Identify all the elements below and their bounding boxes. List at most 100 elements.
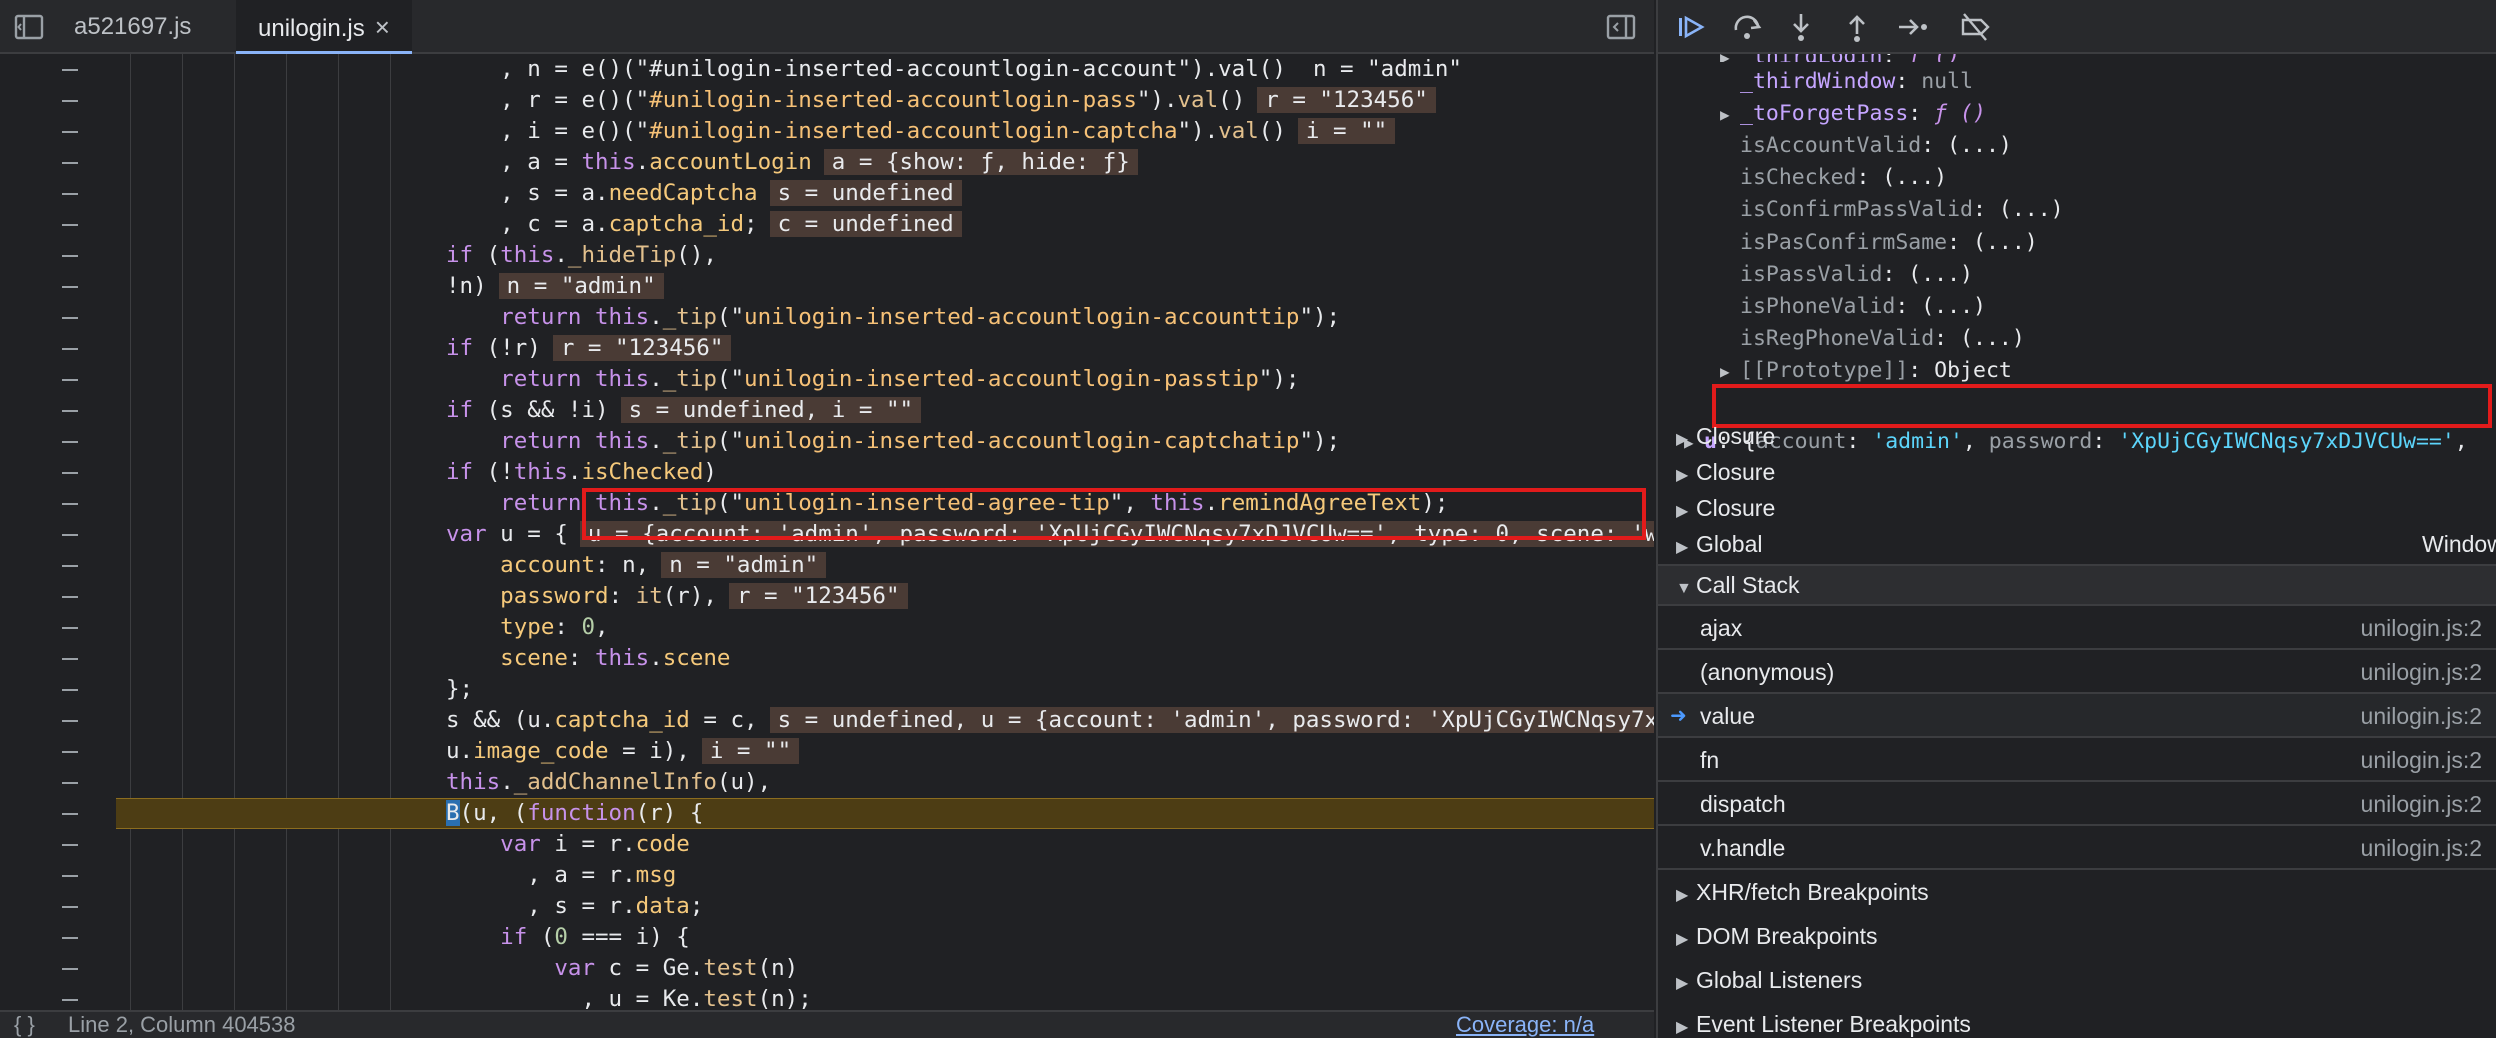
code-token: = i),: [608, 738, 690, 764]
scope-property[interactable]: isPassValid: (...): [1658, 259, 2496, 291]
frame-location-link[interactable]: unilogin.js:2: [2361, 606, 2482, 650]
expand-triangle-icon[interactable]: ▶: [1720, 99, 1740, 131]
call-stack-header[interactable]: ▼ Call Stack: [1658, 564, 2496, 606]
close-tab-icon[interactable]: ×: [375, 0, 390, 54]
code-line[interactable]: scene: this.scene: [0, 643, 1654, 674]
code-line[interactable]: return this._tip("unilogin-inserted-acco…: [0, 364, 1654, 395]
frame-location-link[interactable]: unilogin.js:2: [2361, 826, 2482, 870]
code-token: ,: [595, 614, 609, 640]
call-frame[interactable]: v.handle unilogin.js:2: [1658, 826, 2496, 870]
coverage-link[interactable]: Coverage: n/a: [1456, 1012, 1594, 1038]
scope-property[interactable]: ▶_thirdLogin: ƒ (): [1658, 54, 2496, 62]
scope-property[interactable]: isConfirmPassValid: (...): [1658, 194, 2496, 226]
code-token: ;: [689, 893, 704, 919]
step-out-icon[interactable]: [1840, 10, 1874, 44]
code-text: , n = e()("#unilogin-inserted-accountlog…: [446, 54, 1462, 85]
code-line[interactable]: u.image_code = i), i = "": [0, 736, 1654, 767]
breakpoint-section[interactable]: ▶ XHR/fetch Breakpoints: [1658, 870, 2496, 914]
code-line[interactable]: s && (u.captcha_id = c, s = undefined, u …: [0, 705, 1654, 736]
resume-icon[interactable]: [1674, 10, 1708, 44]
code-token: if: [446, 242, 474, 268]
tab-unilogin-js[interactable]: unilogin.js ×: [236, 0, 412, 54]
frame-location-link[interactable]: unilogin.js:2: [2361, 694, 2482, 738]
code-line[interactable]: , r = e()("#unilogin-inserted-accountlog…: [0, 85, 1654, 116]
code-line[interactable]: , n = e()("#unilogin-inserted-accountlog…: [0, 54, 1654, 85]
code-line[interactable]: var c = Ge.test(n): [0, 953, 1654, 984]
code-line[interactable]: !n) n = "admin": [0, 271, 1654, 302]
scope-property[interactable]: ▶ _toForgetPass: ƒ (): [1658, 98, 2496, 130]
step-over-icon[interactable]: [1730, 10, 1764, 44]
breakpoint-section[interactable]: ▶ DOM Breakpoints: [1658, 914, 2496, 958]
debugger-toolbar: [1658, 0, 2496, 54]
call-frame[interactable]: dispatch unilogin.js:2: [1658, 782, 2496, 826]
code-text: , s = a.needCaptcha s = undefined: [446, 178, 962, 209]
scope-property[interactable]: isPhoneValid: (...): [1658, 291, 2496, 323]
code-line[interactable]: this._addChannelInfo(u),: [0, 767, 1654, 798]
code-token: , u = Ke.: [446, 986, 704, 1010]
expand-triangle-icon[interactable]: ▶: [1720, 54, 1740, 62]
breakpoint-section[interactable]: ▶ Global Listeners: [1658, 958, 2496, 1002]
code-view[interactable]: , n = e()("#unilogin-inserted-accountlog…: [0, 54, 1654, 1010]
code-line[interactable]: return this._tip("unilogin-inserted-acco…: [0, 302, 1654, 333]
frame-location-link[interactable]: unilogin.js:2: [2361, 782, 2482, 826]
code-line[interactable]: , a = r.msg: [0, 860, 1654, 891]
toggle-navigator-icon[interactable]: [12, 10, 46, 44]
deactivate-breakpoints-icon[interactable]: [1958, 10, 1992, 44]
code-token: (": [716, 366, 745, 392]
closure-section[interactable]: ▶ Closure: [1658, 454, 2496, 490]
paused-execution-line[interactable]: B(u, (function(r) {: [0, 798, 1654, 829]
step-icon[interactable]: [1896, 10, 1930, 44]
code-line[interactable]: password: it(r), r = "123456": [0, 581, 1654, 612]
code-text: , r = e()("#unilogin-inserted-accountlog…: [446, 85, 1436, 116]
code-line[interactable]: };: [0, 674, 1654, 705]
closure-section[interactable]: ▶ Closure: [1658, 490, 2496, 526]
code-token: accountLogin: [649, 149, 812, 175]
code-line[interactable]: if (0 === i) {: [0, 922, 1654, 953]
call-frame[interactable]: fn unilogin.js:2: [1658, 738, 2496, 782]
code-line[interactable]: , a = this.accountLogin a = {show: ƒ, hid…: [0, 147, 1654, 178]
scope-property[interactable]: isAccountValid: (...): [1658, 130, 2496, 162]
code-line[interactable]: , i = e()("#unilogin-inserted-accountlog…: [0, 116, 1654, 147]
code-token: unilogin-inserted-accountlogin-passtip: [744, 366, 1259, 392]
code-token: ").: [1136, 87, 1178, 113]
scope-property[interactable]: isRegPhoneValid: (...): [1658, 323, 2496, 355]
breakpoint-section[interactable]: ▶ Event Listener Breakpoints: [1658, 1002, 2496, 1038]
code-line[interactable]: , c = a.captcha_id; c = undefined: [0, 209, 1654, 240]
code-line[interactable]: , u = Ke.test(n);: [0, 984, 1654, 1010]
scope-property[interactable]: isChecked: (...): [1658, 162, 2496, 194]
code-line[interactable]: if (this._hideTip(),: [0, 240, 1654, 271]
code-line[interactable]: if (!this.isChecked): [0, 457, 1654, 488]
code-token: test: [703, 955, 758, 981]
call-frame[interactable]: ajax unilogin.js:2: [1658, 606, 2496, 650]
code-line[interactable]: if (s && !i) s = undefined, i = "": [0, 395, 1654, 426]
code-line[interactable]: var i = r.code: [0, 829, 1654, 860]
code-token: (: [473, 242, 501, 268]
section-label: DOM Breakpoints: [1696, 923, 1878, 949]
step-into-icon[interactable]: [1784, 10, 1818, 44]
code-text: password: it(r), r = "123456": [446, 581, 908, 612]
code-line[interactable]: type: 0,: [0, 612, 1654, 643]
pretty-print-icon[interactable]: { }: [14, 1012, 35, 1038]
expand-triangle-icon: ▶: [1676, 931, 1689, 948]
code-line[interactable]: account: n, n = "admin": [0, 550, 1654, 581]
code-token: ");: [1299, 428, 1341, 454]
call-frame-current[interactable]: ➜ value unilogin.js:2: [1658, 694, 2496, 738]
frame-name: v.handle: [1700, 835, 1786, 861]
code-line[interactable]: , s = r.data;: [0, 891, 1654, 922]
code-line[interactable]: , s = a.needCaptcha s = undefined: [0, 178, 1654, 209]
call-frame[interactable]: (anonymous) unilogin.js:2: [1658, 650, 2496, 694]
global-scope[interactable]: ▶ Global Window: [1658, 526, 2496, 562]
toggle-debugger-sidebar-icon[interactable]: [1604, 10, 1638, 44]
code-token: if: [446, 924, 528, 950]
scope-property[interactable]: _thirdWindow: null: [1658, 66, 2496, 98]
code-token: B: [446, 800, 460, 826]
frame-location-link[interactable]: unilogin.js:2: [2361, 738, 2482, 782]
code-line[interactable]: if (!r) r = "123456": [0, 333, 1654, 364]
code-token: _tip: [662, 304, 717, 330]
code-line[interactable]: return this._tip("unilogin-inserted-acco…: [0, 426, 1654, 457]
frame-location-link[interactable]: unilogin.js:2: [2361, 650, 2482, 694]
tab-a521697-js[interactable]: a521697.js: [52, 0, 213, 54]
code-token: !n): [446, 273, 487, 299]
closure-section[interactable]: ▶ Closure: [1658, 418, 2496, 454]
scope-property[interactable]: isPasConfirmSame: (...): [1658, 227, 2496, 259]
